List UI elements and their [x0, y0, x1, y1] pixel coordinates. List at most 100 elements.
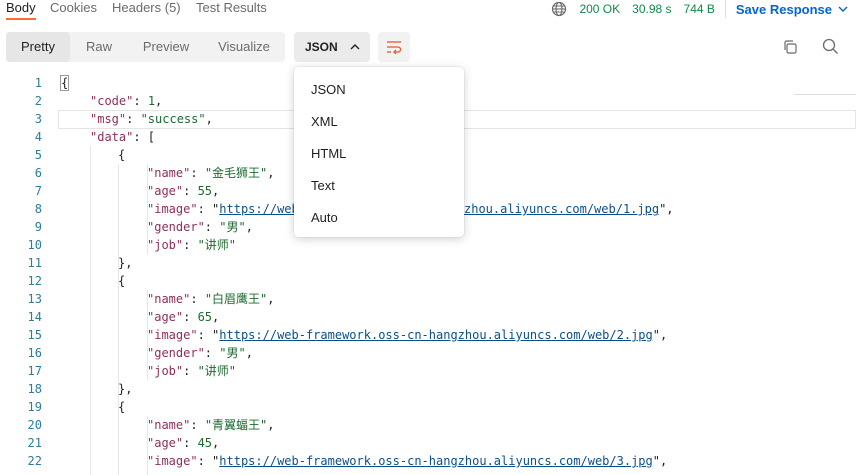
- code-line: 11},: [0, 254, 856, 272]
- json-key: "job": [147, 238, 184, 252]
- code-line: 17 "job": "讲师": [0, 362, 856, 380]
- json-key: "gender": [147, 346, 205, 360]
- line-number: 1: [34, 76, 42, 90]
- code-line: 22 "image": "https://web-framework.oss-cn…: [0, 452, 856, 470]
- line-number: 9: [34, 220, 42, 234]
- json-key: "name": [147, 418, 191, 432]
- json-key: "job": [147, 364, 184, 378]
- line-number: 7: [34, 184, 42, 198]
- line-number: 14: [27, 310, 42, 324]
- copy-icon[interactable]: [782, 39, 798, 55]
- tab-headers[interactable]: Headers (5): [112, 0, 181, 16]
- code-line: 13 "name": "白眉鹰王",: [0, 290, 856, 308]
- image-link[interactable]: https://web: [219, 202, 298, 216]
- tab-body[interactable]: Body: [6, 0, 36, 20]
- json-key: "gender": [147, 220, 205, 234]
- format-select[interactable]: JSON: [294, 32, 370, 62]
- wrap-lines-icon: [387, 41, 402, 54]
- json-key: "data": [90, 130, 134, 144]
- json-value: "success": [140, 112, 206, 126]
- code-line: 19{: [0, 398, 856, 416]
- format-option-text[interactable]: Text: [311, 178, 335, 193]
- chevron-down-icon: [838, 6, 848, 12]
- line-number: 15: [27, 328, 42, 342]
- code-line: 14 "age": 65,: [0, 308, 856, 326]
- line-number: 11: [27, 256, 42, 270]
- view-pretty[interactable]: Pretty: [6, 32, 70, 62]
- format-option-html[interactable]: HTML: [311, 146, 346, 161]
- response-status: 200 OK 30.98 s 744 B Save Response: [551, 0, 856, 18]
- json-value: 45: [197, 436, 213, 450]
- json-key: "age": [147, 184, 184, 198]
- line-number: 19: [27, 400, 42, 414]
- save-response-label: Save Response: [735, 1, 832, 17]
- json-key: "name": [147, 292, 191, 306]
- line-number: 22: [27, 454, 42, 468]
- code-line: 18},: [0, 380, 856, 398]
- line-number: 3: [34, 112, 42, 126]
- line-number: 20: [27, 418, 42, 432]
- line-number: 4: [34, 130, 42, 144]
- json-key: "name": [147, 166, 191, 180]
- line-number: 21: [27, 436, 42, 450]
- divider: [724, 0, 726, 18]
- json-value: "讲师": [197, 364, 237, 378]
- code-line: 10 "job": "讲师": [0, 236, 856, 254]
- json-value: "男": [219, 346, 246, 360]
- view-visualize[interactable]: Visualize: [204, 32, 284, 62]
- code-line: 21 "age": 45,: [0, 434, 856, 452]
- json-key: "image": [147, 454, 198, 468]
- format-selected: JSON: [305, 40, 338, 54]
- view-preview[interactable]: Preview: [128, 32, 204, 62]
- view-mode-switch: Pretty Raw Preview Visualize: [6, 32, 285, 62]
- json-value: "男": [219, 220, 246, 234]
- format-dropdown: JSON XML HTML Text Auto: [294, 67, 464, 237]
- image-link[interactable]: zhou.aliyuncs.com/web/1.jpg: [464, 202, 659, 216]
- line-number: 16: [27, 346, 42, 360]
- response-size[interactable]: 744 B: [684, 2, 715, 16]
- line-number: 5: [34, 148, 42, 162]
- tab-test-results[interactable]: Test Results: [196, 0, 267, 16]
- json-key: "image": [147, 328, 198, 342]
- tab-cookies[interactable]: Cookies: [50, 0, 97, 16]
- line-number: 18: [27, 382, 42, 396]
- json-value: "金毛狮王": [204, 166, 268, 180]
- json-value: 55: [197, 184, 213, 198]
- save-response-button[interactable]: Save Response: [736, 2, 856, 17]
- json-key: "msg": [90, 112, 127, 126]
- globe-icon[interactable]: [551, 1, 567, 17]
- json-key: "age": [147, 310, 184, 324]
- image-link[interactable]: https://web-framework.oss-cn-hangzhou.al…: [219, 328, 652, 342]
- code-line: 12{: [0, 272, 856, 290]
- json-value: "白眉鹰王": [204, 292, 268, 306]
- image-link[interactable]: https://web-framework.oss-cn-hangzhou.al…: [219, 454, 652, 468]
- json-value: 65: [197, 310, 213, 324]
- code-line: 16 "gender": "男",: [0, 344, 856, 362]
- view-raw[interactable]: Raw: [70, 32, 128, 62]
- json-value: "讲师": [197, 238, 237, 252]
- format-option-xml[interactable]: XML: [311, 114, 338, 129]
- json-value: "青翼蝠王": [204, 418, 268, 432]
- wrap-lines-button[interactable]: [378, 32, 410, 62]
- response-time[interactable]: 30.98 s: [632, 2, 671, 16]
- brace: {: [59, 75, 70, 91]
- json-key: "age": [147, 436, 184, 450]
- response-tabs: Body Cookies Headers (5) Test Results 20…: [0, 0, 856, 20]
- format-option-auto[interactable]: Auto: [311, 210, 338, 225]
- line-number: 8: [34, 202, 42, 216]
- chevron-up-icon: [350, 44, 360, 50]
- json-key: "code": [90, 94, 134, 108]
- line-number: 17: [27, 364, 42, 378]
- format-option-json[interactable]: JSON: [311, 82, 346, 97]
- json-key: "image": [147, 202, 198, 216]
- search-icon[interactable]: [822, 38, 839, 55]
- line-number: 2: [34, 94, 42, 108]
- status-code[interactable]: 200 OK: [579, 2, 620, 16]
- line-number: 6: [34, 166, 42, 180]
- line-number: 13: [27, 292, 42, 306]
- line-number: 12: [27, 274, 42, 288]
- response-toolbar: Pretty Raw Preview Visualize JSON: [0, 30, 856, 64]
- json-value: 1: [147, 94, 156, 108]
- code-line: 15 "image": "https://web-framework.oss-cn…: [0, 326, 856, 344]
- code-line: 20 "name": "青翼蝠王",: [0, 416, 856, 434]
